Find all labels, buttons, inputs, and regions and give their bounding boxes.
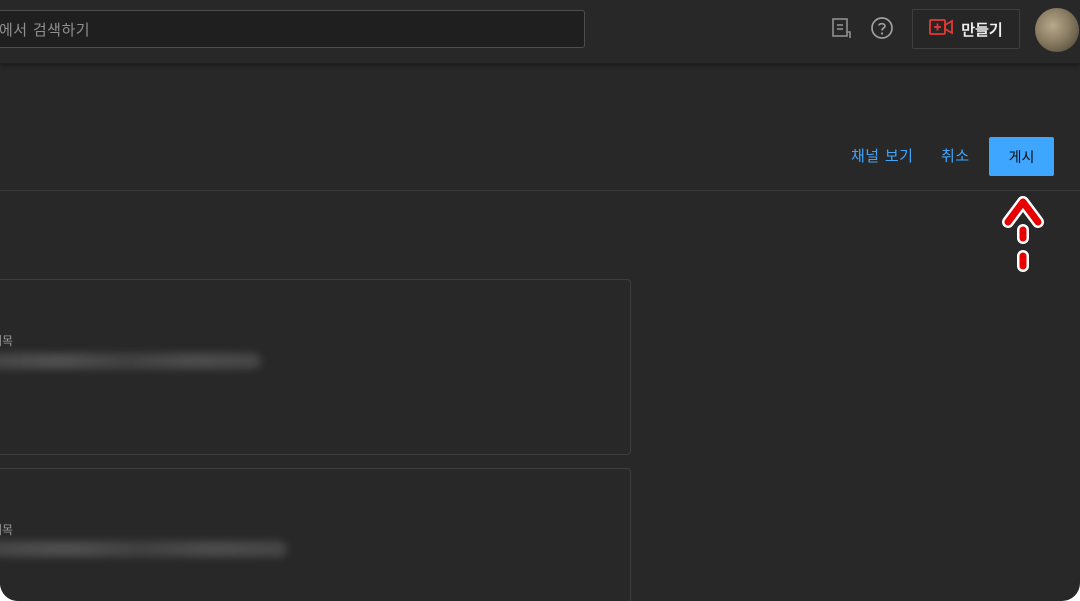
top-header: 에서 검색하기 만들기 [0,0,1080,64]
card-label: 제목 [0,523,14,537]
create-button[interactable]: 만들기 [912,9,1020,49]
avatar[interactable] [1035,8,1079,52]
annotation-arrow-icon [996,186,1056,278]
view-channel-button[interactable]: 채널 보기 [851,145,913,166]
blurred-title-text [0,541,287,557]
search-placeholder: 에서 검색하기 [0,20,91,39]
publish-button[interactable]: 게시 [989,137,1054,176]
studio-window: 에서 검색하기 만들기 채널 보기 취소 게시 목 목 [0,0,1080,601]
blurred-title-text [0,353,261,369]
title-card[interactable]: 제목 [0,468,631,601]
publish-button-label: 게시 [1008,149,1035,166]
cancel-button[interactable]: 취소 [941,145,970,166]
feedback-icon[interactable] [829,16,853,40]
card-label: 제목 [0,334,14,348]
section-divider [0,190,1080,191]
video-add-icon [929,18,954,40]
title-card[interactable]: 제목 [0,279,631,455]
create-button-label: 만들기 [961,20,1003,39]
help-icon[interactable] [870,16,894,40]
search-input[interactable]: 에서 검색하기 [0,10,585,48]
